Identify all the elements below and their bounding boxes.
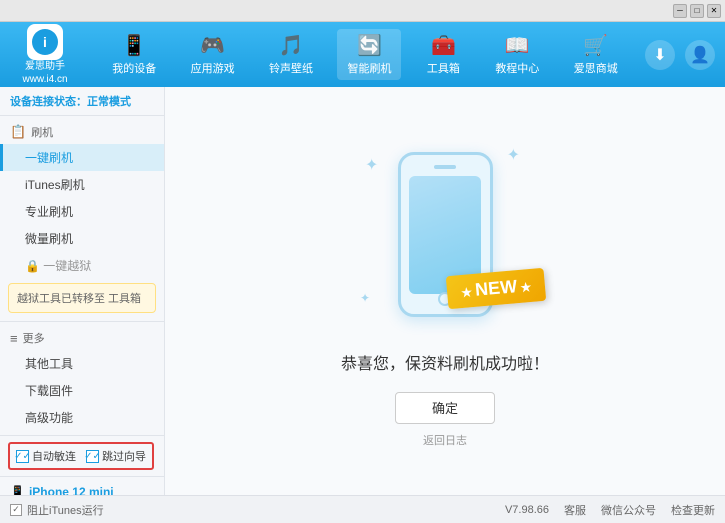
nav-ringtone[interactable]: 🎵 铃声壁纸 bbox=[259, 29, 323, 80]
window-controls[interactable]: ─ □ ✕ bbox=[673, 4, 721, 18]
sidebar-item-pro[interactable]: 专业刷机 bbox=[0, 198, 164, 225]
auto-connect-check-icon: ✓ bbox=[16, 450, 29, 463]
footer-right: V7.98.66 客服 微信公众号 检查更新 bbox=[505, 502, 715, 518]
nav-smartflash[interactable]: 🔄 智能刷机 bbox=[337, 29, 401, 80]
device-info: 📱 iPhone 12 mini 64GB Down-12mini-13,1 bbox=[0, 476, 164, 495]
customer-service-link[interactable]: 客服 bbox=[564, 502, 586, 518]
more-section: ≡ 更多 其他工具 下载固件 高级功能 bbox=[0, 321, 164, 435]
illustration: ✦ ✦ ✦ NEW bbox=[355, 135, 535, 335]
mydevice-label: 我的设备 bbox=[112, 60, 156, 76]
version-label: V7.98.66 bbox=[505, 504, 549, 516]
flash-section-header: 📋 刷机 bbox=[0, 120, 164, 144]
logo-url: www.i4.cn bbox=[22, 73, 67, 86]
minimize-button[interactable]: ─ bbox=[673, 4, 687, 18]
stop-itunes-checkbox[interactable]: ✓ bbox=[10, 504, 22, 516]
nav-bar: 📱 我的设备 🎮 应用游戏 🎵 铃声壁纸 🔄 智能刷机 🧰 工具箱 📖 教程中心… bbox=[95, 29, 635, 80]
logo[interactable]: i 爱思助手 www.i4.cn bbox=[10, 24, 80, 86]
jailbreak-notice: 越狱工具已转移至 工具箱 bbox=[8, 283, 156, 313]
status-bar: 设备连接状态：正常模式 bbox=[0, 87, 164, 116]
smartflash-label: 智能刷机 bbox=[347, 60, 391, 76]
nav-tutorial[interactable]: 📖 教程中心 bbox=[485, 29, 549, 80]
flash-section: 📋 刷机 一键刷机 iTunes刷机 专业刷机 微量刷机 🔒 一键越狱 越狱工具… bbox=[0, 116, 164, 321]
ringtone-icon: 🎵 bbox=[279, 33, 304, 58]
confirm-button[interactable]: 确定 bbox=[395, 392, 495, 424]
tutorial-icon: 📖 bbox=[505, 33, 530, 58]
logo-icon: i bbox=[27, 24, 63, 60]
footer-left: ✓ 阻止iTunes运行 bbox=[10, 502, 104, 518]
header-right: ⬇ 👤 bbox=[645, 40, 715, 70]
toolbox-icon: 🧰 bbox=[431, 33, 456, 58]
title-bar: ─ □ ✕ bbox=[0, 0, 725, 22]
more-section-label: 更多 bbox=[23, 330, 45, 346]
sidebar-item-itunes[interactable]: iTunes刷机 bbox=[0, 171, 164, 198]
header: i 爱思助手 www.i4.cn 📱 我的设备 🎮 应用游戏 🎵 铃声壁纸 🔄 … bbox=[0, 22, 725, 87]
sparkle-topright: ✦ bbox=[507, 145, 520, 165]
more-section-header: ≡ 更多 bbox=[0, 326, 164, 350]
check-update-link[interactable]: 检查更新 bbox=[671, 502, 715, 518]
success-message: 恭喜您，保资料刷机成功啦！ bbox=[341, 350, 549, 374]
nav-mydevice[interactable]: 📱 我的设备 bbox=[102, 29, 166, 80]
account-button[interactable]: 👤 bbox=[685, 40, 715, 70]
skip-wizard-check-icon: ✓ bbox=[86, 450, 99, 463]
auto-connect-checkbox[interactable]: ✓ 自动敏连 bbox=[16, 448, 76, 464]
back-link[interactable]: 返回日志 bbox=[423, 432, 467, 448]
sparkle-bottomleft: ✦ bbox=[360, 291, 370, 305]
phone-speaker bbox=[434, 165, 456, 169]
flash-section-label: 刷机 bbox=[31, 124, 53, 140]
mydevice-icon: 📱 bbox=[122, 33, 147, 58]
sidebar-item-other[interactable]: 其他工具 bbox=[0, 350, 164, 377]
download-button[interactable]: ⬇ bbox=[645, 40, 675, 70]
skip-wizard-label: 跳过向导 bbox=[102, 448, 146, 464]
mall-label: 爱思商城 bbox=[574, 60, 618, 76]
nav-mall[interactable]: 🛒 爱思商城 bbox=[564, 29, 628, 80]
footer: ✓ 阻止iTunes运行 V7.98.66 客服 微信公众号 检查更新 bbox=[0, 495, 725, 523]
sidebar-item-onekey[interactable]: 一键刷机 bbox=[0, 144, 164, 171]
toolbox-label: 工具箱 bbox=[427, 60, 460, 76]
sidebar: 设备连接状态：正常模式 📋 刷机 一键刷机 iTunes刷机 专业刷机 微量刷机… bbox=[0, 87, 165, 495]
stop-itunes-label: 阻止iTunes运行 bbox=[27, 502, 104, 518]
device-icon: 📱 bbox=[10, 485, 25, 495]
smartflash-icon: 🔄 bbox=[357, 33, 382, 58]
sidebar-item-download[interactable]: 下载固件 bbox=[0, 377, 164, 404]
close-button[interactable]: ✕ bbox=[707, 4, 721, 18]
status-prefix: 设备连接状态： bbox=[10, 96, 87, 108]
svg-text:i: i bbox=[43, 34, 47, 50]
ringtone-label: 铃声壁纸 bbox=[269, 60, 313, 76]
status-value: 正常模式 bbox=[87, 96, 131, 108]
sparkle-topleft: ✦ bbox=[365, 155, 378, 175]
apps-label: 应用游戏 bbox=[191, 60, 235, 76]
sidebar-item-advanced[interactable]: 高级功能 bbox=[0, 404, 164, 431]
flash-section-icon: 📋 bbox=[10, 124, 26, 140]
mall-icon: 🛒 bbox=[583, 33, 608, 58]
nav-toolbox[interactable]: 🧰 工具箱 bbox=[416, 29, 471, 80]
tutorial-label: 教程中心 bbox=[495, 60, 539, 76]
wechat-link[interactable]: 微信公众号 bbox=[601, 502, 656, 518]
apps-icon: 🎮 bbox=[200, 33, 225, 58]
logo-name: 爱思助手 bbox=[22, 60, 67, 73]
auto-connect-label: 自动敏连 bbox=[32, 448, 76, 464]
sidebar-item-wipe[interactable]: 微量刷机 bbox=[0, 225, 164, 252]
nav-apps[interactable]: 🎮 应用游戏 bbox=[181, 29, 245, 80]
maximize-button[interactable]: □ bbox=[690, 4, 704, 18]
main-area: 设备连接状态：正常模式 📋 刷机 一键刷机 iTunes刷机 专业刷机 微量刷机… bbox=[0, 87, 725, 495]
skip-wizard-checkbox[interactable]: ✓ 跳过向导 bbox=[86, 448, 146, 464]
content-area: ✦ ✦ ✦ NEW 恭喜您，保资料刷机成功啦！ 确定 返回日志 bbox=[165, 87, 725, 495]
device-name: 📱 iPhone 12 mini bbox=[10, 485, 154, 495]
sidebar-item-jailbreak: 🔒 一键越狱 bbox=[0, 252, 164, 279]
